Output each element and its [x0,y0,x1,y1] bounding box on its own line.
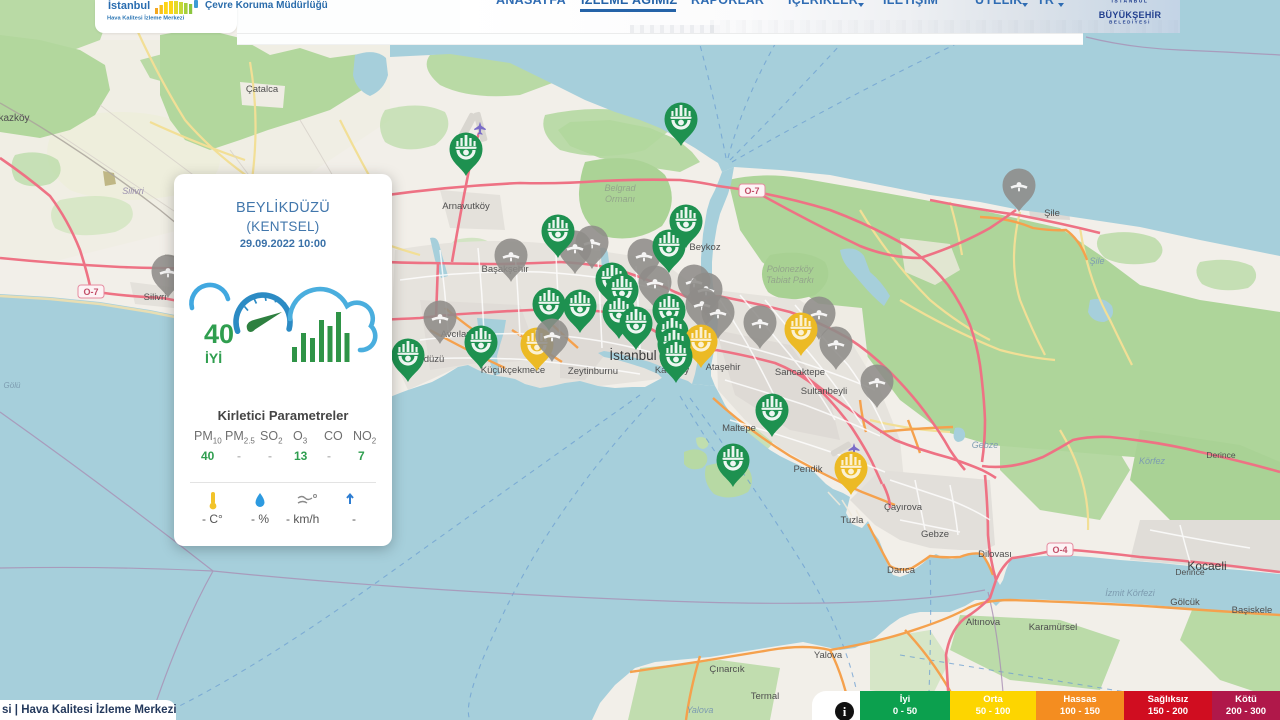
svg-text:Maltepe: Maltepe [722,423,756,434]
svg-text:Silivri: Silivri [122,186,144,196]
svg-text:Pendik: Pendik [793,464,822,475]
svg-text:Tabiat Parkı: Tabiat Parkı [766,275,814,285]
svg-text:Başiskele: Başiskele [1232,605,1273,616]
svg-text:Körfez: Körfez [1139,456,1166,466]
svg-text:Kocaeli: Kocaeli [1187,559,1226,573]
svg-text:Ataşehir: Ataşehir [706,362,741,373]
svg-text:Yalova: Yalova [814,650,843,661]
svg-text:Beykoz: Beykoz [689,242,720,253]
svg-text:Termal: Termal [751,691,780,702]
svg-text:Tuzla: Tuzla [841,515,865,526]
svg-text:O-4: O-4 [1052,545,1067,555]
svg-text:Şile: Şile [1089,256,1104,266]
svg-text:Sultanbeyli: Sultanbeyli [801,386,847,397]
svg-text:Belgrad: Belgrad [604,183,636,193]
svg-text:Zeytinburnu: Zeytinburnu [568,366,618,377]
svg-text:Gölü: Gölü [4,381,21,390]
svg-text:Çatalca: Çatalca [246,84,279,95]
svg-text:Dilovası: Dilovası [978,549,1012,560]
svg-text:Gebze: Gebze [921,529,949,540]
svg-text:Altınova: Altınova [966,617,1001,628]
svg-text:Silivri: Silivri [144,292,167,303]
svg-text:İstanbul: İstanbul [609,348,656,363]
svg-text:Sancaktepe: Sancaktepe [775,367,825,378]
svg-text:Karamürsel: Karamürsel [1029,622,1078,633]
svg-text:kazköy: kazköy [0,113,30,124]
svg-text:Arnavutköy: Arnavutköy [442,201,490,212]
svg-text:Çınarcık: Çınarcık [709,664,745,675]
svg-text:düzü: düzü [424,354,445,365]
svg-text:Gölcük: Gölcük [1170,597,1200,608]
svg-text:Polonezköy: Polonezköy [767,264,814,274]
svg-text:Ormanı: Ormanı [605,194,636,204]
svg-text:Derince: Derince [1206,450,1236,460]
svg-text:Darıca: Darıca [887,565,916,576]
svg-text:İzmit Körfezi: İzmit Körfezi [1105,588,1156,598]
svg-text:O-7: O-7 [83,287,98,297]
svg-text:Yalova: Yalova [687,705,714,715]
svg-text:Şile: Şile [1044,208,1060,219]
svg-text:Gebze: Gebze [972,440,999,450]
svg-text:Çayırova: Çayırova [884,502,923,513]
svg-text:O-7: O-7 [744,186,759,196]
